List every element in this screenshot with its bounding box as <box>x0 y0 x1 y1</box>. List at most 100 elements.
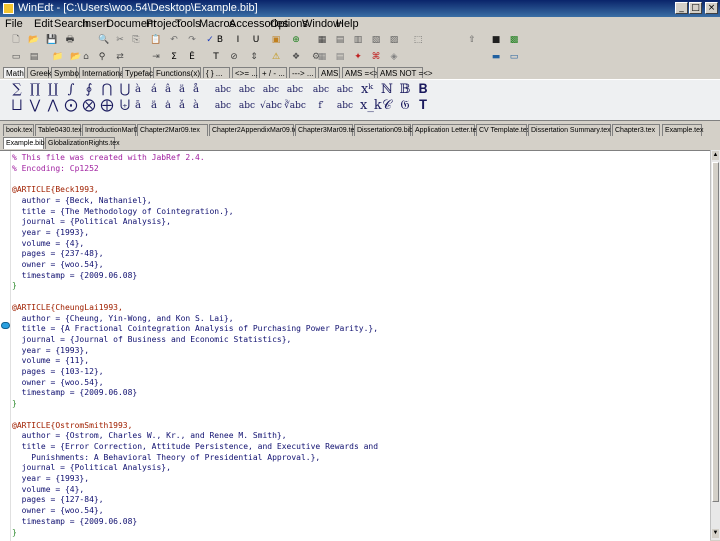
acrobat-icon[interactable]: ⌘ <box>370 51 382 63</box>
palette-symbol-2-2[interactable]: ⋀ <box>46 99 60 113</box>
search-web-icon[interactable]: ⊕ <box>290 34 302 46</box>
palette-symbol-1-16[interactable]: abc <box>310 83 332 97</box>
latex-icon[interactable]: ▤ <box>334 34 346 46</box>
palette-symbol-2-10[interactable]: ǎ <box>176 99 188 113</box>
palette-symbol-2-13[interactable]: abc <box>236 99 258 113</box>
console-icon[interactable]: ■ <box>490 34 502 46</box>
document-tab-2[interactable]: IntroductionMar09.tex <box>82 124 153 136</box>
scroll-thumb[interactable] <box>712 162 719 502</box>
maximize-button[interactable]: □ <box>689 2 702 14</box>
code-line[interactable]: @ARTICLE{Beck1993, <box>12 185 99 195</box>
grid-icon[interactable]: ▦ <box>316 51 328 63</box>
bookmark-icon[interactable]: ❖ <box>290 51 302 63</box>
palette-symbol-2-18[interactable]: x_k <box>360 99 382 113</box>
find-icon[interactable]: 🔍 <box>98 34 110 46</box>
app-icon[interactable] <box>3 3 14 14</box>
undo-icon[interactable]: ↶ <box>168 34 180 46</box>
palette-symbol-2-20[interactable]: 𝔊 <box>398 99 412 113</box>
terminal-icon[interactable]: ▬ <box>490 51 502 63</box>
palette-tab-5[interactable]: Functions(x) ... <box>153 67 209 78</box>
palette-symbol-1-6[interactable]: ⋃ <box>118 83 132 97</box>
editor-gutter[interactable] <box>0 151 11 541</box>
code-line[interactable]: Punishments: A Behavioral Theory of Pres… <box>12 453 320 463</box>
code-line[interactable]: title = {The Methodology of Cointegratio… <box>12 207 234 217</box>
code-line[interactable]: } <box>12 528 17 538</box>
palette-tab-4[interactable]: Typeface <box>122 67 157 78</box>
folder-green-icon[interactable]: 📁 <box>52 51 64 63</box>
floppy-icon[interactable]: ▭ <box>10 51 22 63</box>
paste-icon[interactable]: 📋 <box>150 34 162 46</box>
bold-icon[interactable]: B <box>214 34 226 46</box>
code-line[interactable]: @ARTICLE{OstromSmith1993, <box>12 421 132 431</box>
palette-tab-10[interactable]: AMS <box>318 67 340 78</box>
code-line[interactable]: timestamp = {2009.06.08} <box>12 271 138 281</box>
code-line[interactable]: timestamp = {2009.06.08} <box>12 388 138 398</box>
palette-tab-12[interactable]: AMS NOT =<> <box>377 67 433 78</box>
palette-symbol-1-14[interactable]: abc <box>260 83 282 97</box>
palette-symbol-1-9[interactable]: â <box>162 83 174 97</box>
editor-area[interactable]: % This file was created with JabRef 2.4.… <box>0 150 710 541</box>
code-line[interactable]: author = {Ostrom, Charles W., Kr., and R… <box>12 431 287 441</box>
document-tab-7[interactable]: Application Letter.tex <box>412 124 480 136</box>
palette-symbol-2-8[interactable]: ä <box>148 99 160 113</box>
yap-icon[interactable]: ▥ <box>352 34 364 46</box>
title-bar[interactable]: WinEdt - [C:\Users\woo.54\Desktop\Exampl… <box>0 0 720 17</box>
document-tab-row2-0[interactable]: Example.bib <box>3 137 45 149</box>
tex-compile-icon[interactable]: ▦ <box>316 34 328 46</box>
palette-symbol-2-9[interactable]: ȧ <box>162 99 174 113</box>
palette-symbol-1-18[interactable]: xᵏ <box>360 83 374 97</box>
italic-icon[interactable]: I <box>232 34 244 46</box>
palette-tab-7[interactable]: <>= ... <box>232 67 258 78</box>
palette-symbol-2-1[interactable]: ⋁ <box>28 99 42 113</box>
palette-symbol-1-19[interactable]: ℕ <box>380 83 394 97</box>
palette-symbol-2-12[interactable]: abc <box>212 99 234 113</box>
palette-tab-9[interactable]: ---> ... <box>289 67 316 78</box>
code-line[interactable]: } <box>12 399 17 409</box>
cut-icon[interactable]: ✂ <box>114 34 126 46</box>
export-icon[interactable]: ⇧ <box>466 34 478 46</box>
document-tab-1[interactable]: Table0430.tex <box>35 124 82 136</box>
palette-symbol-1-8[interactable]: á <box>148 83 160 97</box>
replace-icon[interactable]: ⇄ <box>114 51 126 63</box>
palette-symbol-2-21[interactable]: 𝐓 <box>416 99 430 113</box>
code-line[interactable]: pages = {127-84}, <box>12 495 104 505</box>
menu-edit[interactable]: Edit <box>34 18 53 30</box>
palette-symbol-1-2[interactable]: ∐ <box>46 83 60 97</box>
code-line[interactable]: } <box>12 281 17 291</box>
code-line[interactable]: @ARTICLE{CheungLai1993, <box>12 303 123 313</box>
palette-symbol-1-13[interactable]: abc <box>236 83 258 97</box>
palette-tab-11[interactable]: AMS =<> <box>342 67 379 78</box>
redo-icon[interactable]: ↷ <box>186 34 198 46</box>
code-line[interactable]: owner = {woo.54}, <box>12 378 104 388</box>
new-file-icon[interactable]: 🗋 <box>10 34 22 46</box>
document-tab-3[interactable]: Chapter2Mar09.tex <box>137 124 208 136</box>
code-line[interactable]: % Encoding: Cp1252 <box>12 164 99 174</box>
palette-tab-0[interactable]: Math <box>3 67 25 78</box>
palette-tab-6[interactable]: { } ... <box>203 67 230 78</box>
code-line[interactable]: year = {1993}, <box>12 228 89 238</box>
code-line[interactable]: author = {Cheung, Yin-Wong, and Kon S. L… <box>12 314 234 324</box>
save-icon[interactable]: 💾 <box>46 34 58 46</box>
warning-icon[interactable]: ⚠ <box>270 51 282 63</box>
palette-symbol-1-11[interactable]: å <box>190 83 202 97</box>
code-line[interactable]: journal = {Journal of Business and Econo… <box>12 335 292 345</box>
accent-e-icon[interactable]: Ê <box>186 51 198 63</box>
code-line[interactable]: pages = {237-48}, <box>12 249 104 259</box>
scroll-up-icon[interactable]: ▲ <box>712 151 719 160</box>
palette-symbol-1-4[interactable]: ∮ <box>82 83 96 97</box>
pdflatex-icon[interactable]: ✦ <box>352 51 364 63</box>
palette-symbol-2-16[interactable]: f′ <box>310 99 332 113</box>
palette-tab-3[interactable]: International <box>79 67 126 78</box>
binoculars-icon[interactable]: ⚲ <box>96 51 108 63</box>
zoom-icon[interactable]: ⊘ <box>228 51 240 63</box>
vertical-scrollbar[interactable]: ▲ ▼ <box>710 150 720 540</box>
print-icon[interactable]: 🖶 <box>64 34 76 46</box>
window-icon[interactable]: ▭ <box>508 51 520 63</box>
document-tab-8[interactable]: CV Template.tex <box>476 124 530 136</box>
menu-tools[interactable]: Tools <box>175 18 201 30</box>
menu-help[interactable]: Help <box>336 18 359 30</box>
gsview-icon[interactable]: ◈ <box>388 51 400 63</box>
palette-symbol-1-21[interactable]: 𝐁 <box>416 83 430 97</box>
code-line[interactable]: journal = {Political Analysis}, <box>12 463 171 473</box>
palette-symbol-2-17[interactable]: abc <box>334 99 356 113</box>
